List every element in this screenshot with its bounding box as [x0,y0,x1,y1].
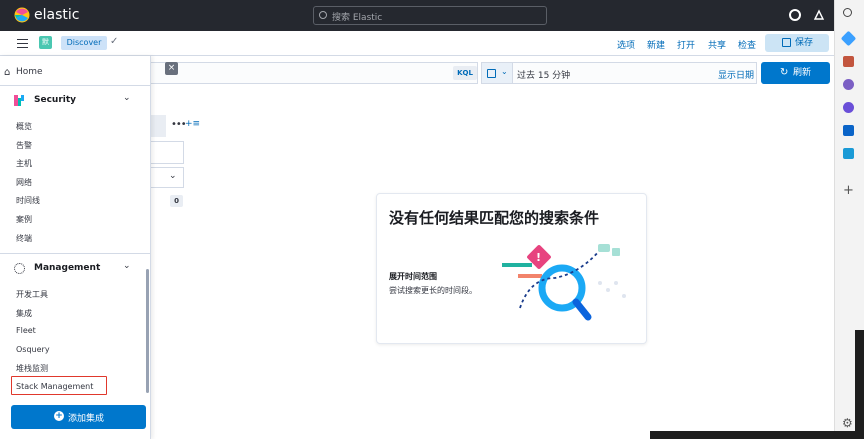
add-integrations-label: 添加集成 [68,414,105,424]
nav-item-endpoints[interactable]: 终端 [16,233,32,244]
nav-group-security[interactable]: Security [34,95,76,105]
show-dates-link[interactable]: 显示日期 [718,68,754,81]
empty-state-subtitle: 展开时间范围 [389,272,437,281]
home-icon: ⌂ [4,67,11,78]
global-search-input[interactable]: 搜索 Elastic [313,6,547,25]
search-placeholder: 搜索 Elastic [332,13,383,23]
nav-group-management[interactable]: Management [34,263,100,273]
nav-item-cases[interactable]: 案例 [16,214,32,225]
plus-icon: + [54,411,64,421]
nav-item-timelines[interactable]: 时间线 [16,195,40,206]
refresh-button[interactable]: ↻ 刷新 [761,62,830,84]
empty-state-title: 没有任何结果匹配您的搜索条件 [389,209,600,227]
gear-icon[interactable]: ⚙ [842,416,853,430]
security-icon [14,95,24,106]
menu-options[interactable]: 选项 [617,38,635,51]
highlight-annotation [11,376,107,395]
newsfeed-icon[interactable] [813,9,825,21]
outlook-icon[interactable] [843,125,854,136]
chevron-down-icon: ⌄ [501,67,508,76]
chevron-down-icon[interactable]: ⌄ [123,261,131,271]
chevron-down-icon: ⌄ [169,171,177,181]
breadcrumb-discover[interactable]: Discover [61,36,107,50]
nav-item-dev-tools[interactable]: 开发工具 [16,289,48,300]
add-field-icon[interactable]: +≡ [185,119,200,129]
nav-divider [0,85,150,86]
nav-item-integrations[interactable]: 集成 [16,308,32,319]
briefcase-icon[interactable] [843,56,854,67]
svg-text:!: ! [536,251,541,264]
add-integrations-button[interactable]: + 添加集成 [11,405,146,429]
nav-item-fleet[interactable]: Fleet [16,326,36,335]
add-icon[interactable]: + [843,183,854,198]
index-pattern-remnant [150,141,184,164]
nav-item-stack-monitoring[interactable]: 堆栈监测 [16,363,48,374]
menu-open[interactable]: 打开 [677,38,695,51]
nav-scrollbar[interactable] [146,269,149,393]
empty-state-hint: 尝试搜索更长的时间段。 [389,286,477,295]
field-filter-remnant: ⌄ [150,167,184,188]
time-range-value: 过去 15 分钟 [517,71,571,81]
background-terminal-strip [650,431,864,439]
save-icon [782,38,791,47]
nav-item-overview[interactable]: 概览 [16,121,32,132]
nav-item-osquery[interactable]: Osquery [16,345,50,354]
quick-date-button[interactable]: ⌄ [481,62,513,84]
menu-new[interactable]: 新建 [647,38,665,51]
save-label: 保存 [795,38,814,48]
help-icon[interactable] [789,9,801,21]
close-icon[interactable]: × [165,62,178,75]
more-icon[interactable]: ••• [171,119,187,130]
search-icon[interactable] [843,8,852,17]
query-language-button[interactable]: KQL [453,66,477,80]
nav-home[interactable]: Home [16,67,43,77]
elastic-logo-icon[interactable] [14,7,30,23]
nav-divider [0,253,150,254]
send-icon[interactable] [843,148,854,159]
search-icon [319,11,327,19]
check-icon: ✓ [110,36,119,47]
menu-inspect[interactable]: 检查 [738,38,756,51]
management-gear-icon [14,263,25,274]
refresh-label: 刷新 [793,68,812,78]
app-name[interactable]: elastic [34,7,79,23]
menu-toggle-icon[interactable] [17,39,28,48]
hits-count-badge: 0 [170,195,183,207]
no-results-illustration: ! [502,244,626,321]
office-icon[interactable] [843,102,854,113]
background-terminal [855,330,864,431]
calendar-icon [487,69,496,78]
people-icon[interactable] [843,79,854,90]
field-search-remnant [150,115,166,137]
nav-item-hosts[interactable]: 主机 [16,158,32,169]
nav-item-network[interactable]: 网络 [16,177,32,188]
save-button[interactable]: 保存 [765,34,829,52]
refresh-icon: ↻ [780,67,789,78]
chevron-down-icon[interactable]: ⌄ [123,93,131,103]
space-avatar[interactable]: 默 [39,36,52,49]
menu-share[interactable]: 共享 [708,38,726,51]
query-input[interactable] [150,62,478,84]
nav-item-alerts[interactable]: 告警 [16,140,32,151]
